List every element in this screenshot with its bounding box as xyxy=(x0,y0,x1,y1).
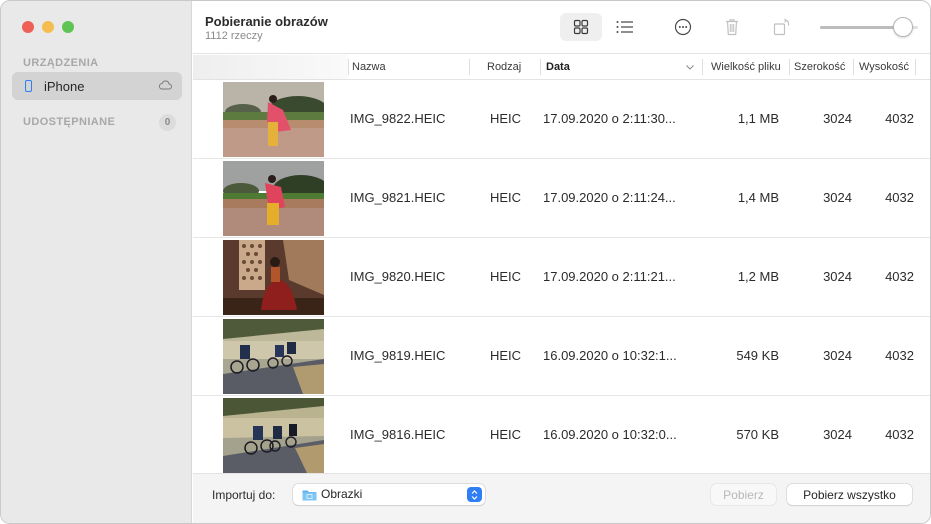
file-name: IMG_9819.HEIC xyxy=(350,348,446,363)
column-separator xyxy=(540,59,541,75)
zoom-button[interactable] xyxy=(62,21,74,33)
slider-fill xyxy=(820,26,904,29)
thumbnail-image xyxy=(223,161,324,236)
column-separator xyxy=(853,59,854,75)
column-separator xyxy=(789,59,790,75)
column-header-kind[interactable]: Rodzaj xyxy=(487,61,521,73)
close-button[interactable] xyxy=(22,21,34,33)
file-date: 16.09.2020 o 10:32:0... xyxy=(543,427,677,442)
more-options-button[interactable] xyxy=(662,13,704,41)
window-title: Pobieranie obrazów xyxy=(205,14,328,29)
photo-list: IMG_9822.HEIC HEIC 17.09.2020 o 2:11:30.… xyxy=(193,80,930,473)
destination-value: Obrazki xyxy=(321,487,363,501)
column-separator xyxy=(469,59,470,75)
column-header-file-size[interactable]: Wielkość pliku xyxy=(711,61,781,73)
shared-count-badge: 0 xyxy=(159,114,176,131)
ellipsis-circle-icon xyxy=(674,18,692,36)
sort-chevron-down-icon[interactable] xyxy=(686,65,694,70)
file-size: 549 KB xyxy=(736,348,779,363)
cloud-icon xyxy=(158,80,172,90)
import-button[interactable]: Pobierz xyxy=(711,484,776,505)
file-date: 16.09.2020 o 10:32:1... xyxy=(543,348,677,363)
column-header-height[interactable]: Wysokość xyxy=(859,61,909,73)
import-all-button[interactable]: Pobierz wszystko xyxy=(787,484,912,505)
image-width: 3024 xyxy=(823,190,852,205)
file-size: 1,2 MB xyxy=(737,269,779,284)
popup-stepper-icon xyxy=(467,487,482,502)
delete-button[interactable] xyxy=(711,13,753,41)
column-header-name[interactable]: Nazwa xyxy=(352,61,386,73)
file-size: 1,4 MB xyxy=(737,190,779,205)
file-kind: HEIC xyxy=(490,190,522,205)
file-name: IMG_9816.HEIC xyxy=(350,427,446,442)
file-kind: HEIC xyxy=(490,348,522,363)
main-panel: Pobieranie obrazów 1112 rzeczy Nazwa Rod… xyxy=(193,1,930,523)
item-count: 1112 rzeczy xyxy=(205,30,263,42)
trash-icon xyxy=(726,19,738,36)
column-separator xyxy=(348,59,349,75)
file-kind: HEIC xyxy=(490,427,522,442)
folder-icon xyxy=(302,490,317,501)
grid-view-button[interactable] xyxy=(560,13,602,41)
table-header: Nazwa Rodzaj Data Wielkość pliku Szeroko… xyxy=(193,55,930,80)
sidebar: URZĄDZENIA iPhone UDOSTĘPNIANE 0 xyxy=(1,1,192,523)
list-view-button[interactable] xyxy=(604,13,646,41)
grid-icon xyxy=(573,19,589,35)
thumbnail-size-slider[interactable] xyxy=(820,17,918,37)
thumbnail-image xyxy=(223,240,324,315)
toolbar: Pobieranie obrazów 1112 rzeczy xyxy=(193,1,930,54)
slider-knob[interactable] xyxy=(893,17,914,37)
file-date: 17.09.2020 o 2:11:24... xyxy=(543,190,676,205)
file-size: 570 KB xyxy=(736,427,779,442)
import-to-label: Importuj do: xyxy=(212,488,276,502)
table-row[interactable]: IMG_9821.HEIC HEIC 17.09.2020 o 2:11:24.… xyxy=(193,159,930,238)
devices-section-label: URZĄDZENIA xyxy=(23,57,99,69)
list-icon xyxy=(616,21,633,33)
rotate-icon xyxy=(773,18,790,36)
sidebar-item-iphone[interactable]: iPhone xyxy=(12,72,182,100)
image-height: 4032 xyxy=(885,190,914,205)
image-height: 4032 xyxy=(885,111,914,126)
rotate-button[interactable] xyxy=(761,13,803,41)
iphone-icon xyxy=(25,80,32,92)
image-height: 4032 xyxy=(885,427,914,442)
file-kind: HEIC xyxy=(490,269,522,284)
file-date: 17.09.2020 o 2:11:30... xyxy=(543,111,676,126)
image-height: 4032 xyxy=(885,348,914,363)
file-size: 1,1 MB xyxy=(737,111,779,126)
table-row[interactable]: IMG_9820.HEIC HEIC 17.09.2020 o 2:11:21.… xyxy=(193,238,930,317)
column-separator xyxy=(702,59,703,75)
minimize-button[interactable] xyxy=(42,21,54,33)
thumbnail-image xyxy=(223,319,324,394)
thumbnail-column-header xyxy=(193,55,348,79)
table-row[interactable]: IMG_9816.HEIC HEIC 16.09.2020 o 10:32:0.… xyxy=(193,396,930,473)
image-width: 3024 xyxy=(823,348,852,363)
shared-section-label: UDOSTĘPNIANE xyxy=(23,116,116,128)
import-bar: Importuj do: Obrazki Pobierz Pobierz wsz… xyxy=(193,473,930,523)
table-row[interactable]: IMG_9822.HEIC HEIC 17.09.2020 o 2:11:30.… xyxy=(193,80,930,159)
file-date: 17.09.2020 o 2:11:21... xyxy=(543,269,676,284)
file-kind: HEIC xyxy=(490,111,522,126)
image-width: 3024 xyxy=(823,427,852,442)
thumbnail-image xyxy=(223,398,324,473)
thumbnail-image xyxy=(223,82,324,157)
destination-popup[interactable]: Obrazki xyxy=(293,484,485,505)
column-header-date[interactable]: Data xyxy=(546,61,570,73)
image-height: 4032 xyxy=(885,269,914,284)
window-controls xyxy=(22,21,74,33)
file-name: IMG_9820.HEIC xyxy=(350,269,446,284)
image-width: 3024 xyxy=(823,111,852,126)
file-name: IMG_9821.HEIC xyxy=(350,190,446,205)
column-separator xyxy=(915,59,916,75)
column-header-width[interactable]: Szerokość xyxy=(794,61,845,73)
table-row[interactable]: IMG_9819.HEIC HEIC 16.09.2020 o 10:32:1.… xyxy=(193,317,930,396)
image-width: 3024 xyxy=(823,269,852,284)
file-name: IMG_9822.HEIC xyxy=(350,111,446,126)
image-capture-window: URZĄDZENIA iPhone UDOSTĘPNIANE 0 Pobiera… xyxy=(0,0,931,524)
device-name: iPhone xyxy=(44,78,85,94)
